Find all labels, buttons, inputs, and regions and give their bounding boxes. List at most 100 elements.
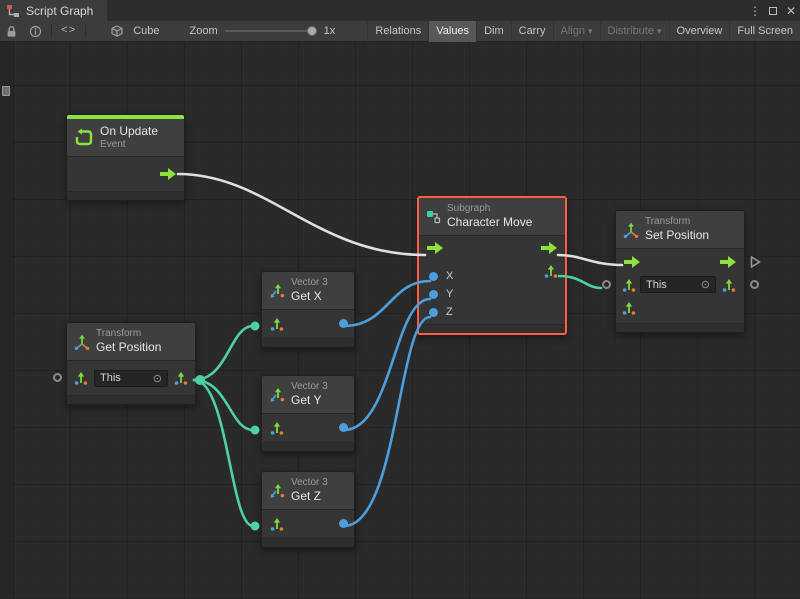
values-button[interactable]: Values bbox=[428, 21, 476, 42]
node-get-y[interactable]: Vector 3 Get Y bbox=[261, 375, 355, 452]
node-title: Set Position bbox=[645, 228, 709, 243]
node-character-move[interactable]: Subgraph Character Move bbox=[417, 196, 567, 335]
relations-button[interactable]: Relations bbox=[367, 21, 428, 42]
flow-input-port[interactable] bbox=[427, 242, 443, 254]
script-graph-window: Script Graph ⋮ ✕ <> bbox=[0, 0, 800, 599]
target-dropdown[interactable]: This ⊙ bbox=[640, 276, 716, 293]
flow-input-port[interactable] bbox=[53, 373, 62, 382]
distribute-button[interactable]: Distribute ▾ bbox=[600, 21, 669, 42]
vector-output-port-icon[interactable] bbox=[544, 264, 558, 278]
value-output-port[interactable] bbox=[339, 319, 348, 328]
vector-input-port-icon[interactable] bbox=[622, 278, 636, 292]
port-label-y: Y bbox=[446, 286, 453, 302]
vector-input-port-icon[interactable] bbox=[74, 371, 88, 385]
zoom-value: 1x bbox=[324, 25, 336, 37]
node-title: Get X bbox=[291, 289, 328, 304]
maximize-icon[interactable] bbox=[764, 4, 782, 18]
node-title: Get Position bbox=[96, 340, 161, 355]
node-footer bbox=[67, 395, 195, 404]
port-label-x: X bbox=[446, 268, 453, 284]
vector-input-port-icon[interactable] bbox=[270, 317, 284, 331]
wire-getz-to-z bbox=[344, 317, 430, 526]
vector-input-port-icon[interactable] bbox=[270, 421, 284, 435]
target-dot-icon: ⊙ bbox=[701, 278, 710, 291]
node-footer bbox=[262, 442, 354, 451]
canvas-side-strip bbox=[0, 42, 12, 599]
subgraph-icon bbox=[426, 209, 441, 224]
carry-button[interactable]: Carry bbox=[511, 21, 553, 42]
node-category: Subgraph bbox=[447, 203, 532, 215]
wire-charactermove-to-setposition bbox=[558, 255, 622, 265]
tab-script-graph[interactable]: Script Graph bbox=[0, 0, 107, 21]
transform-icon bbox=[74, 334, 90, 350]
flow-output-port[interactable] bbox=[720, 256, 736, 268]
wire-end-dot bbox=[251, 426, 260, 435]
value-output-port[interactable] bbox=[339, 423, 348, 432]
node-footer bbox=[616, 323, 744, 332]
node-on-update[interactable]: On Update Event bbox=[66, 114, 185, 201]
external-value-port[interactable] bbox=[750, 280, 759, 289]
flow-output-port[interactable] bbox=[541, 242, 557, 254]
node-category: Vector 3 bbox=[291, 477, 328, 489]
flow-output-port[interactable] bbox=[160, 168, 176, 180]
vector-output-port-icon[interactable] bbox=[174, 371, 188, 385]
node-set-position[interactable]: Transform Set Position bbox=[615, 210, 745, 333]
zoom-slider-thumb[interactable] bbox=[307, 26, 317, 36]
overview-button[interactable]: Overview bbox=[669, 21, 730, 42]
dim-button[interactable]: Dim bbox=[476, 21, 511, 42]
port-label-z: Z bbox=[446, 304, 453, 320]
window-menu-icon[interactable]: ⋮ bbox=[746, 4, 764, 18]
close-icon[interactable]: ✕ bbox=[782, 4, 800, 18]
vector-input-port-icon[interactable] bbox=[622, 301, 636, 315]
external-flow-port[interactable] bbox=[750, 256, 761, 268]
graph-canvas[interactable]: On Update Event bbox=[0, 42, 800, 599]
vector3-icon bbox=[269, 283, 285, 299]
wire-onupdate-to-charactermove bbox=[178, 174, 425, 255]
flow-input-port[interactable] bbox=[624, 256, 640, 268]
node-title: Character Move bbox=[447, 215, 532, 230]
value-input-port-z[interactable] bbox=[429, 308, 438, 317]
chevron-down-icon: ▾ bbox=[657, 26, 662, 37]
toolbar-divider bbox=[85, 25, 86, 38]
value-output-port[interactable] bbox=[339, 519, 348, 528]
target-dropdown[interactable]: This ⊙ bbox=[94, 370, 168, 387]
target-object-label[interactable]: Cube bbox=[129, 25, 163, 37]
node-subtitle: Event bbox=[100, 139, 158, 151]
sidebar-toggle-icon[interactable] bbox=[2, 86, 10, 96]
info-icon[interactable] bbox=[23, 21, 48, 42]
value-input-port[interactable] bbox=[602, 280, 611, 289]
align-button[interactable]: Align ▾ bbox=[553, 21, 600, 42]
code-preview-icon[interactable]: <> bbox=[55, 21, 82, 42]
full-screen-button[interactable]: Full Screen bbox=[729, 21, 800, 42]
zoom-slider[interactable] bbox=[225, 30, 317, 32]
vector-output-port-icon[interactable] bbox=[722, 278, 736, 292]
toolbar-buttons: Relations Values Dim Carry Align ▾ Distr… bbox=[367, 21, 800, 42]
zoom-label: Zoom bbox=[190, 25, 218, 37]
vector3-icon bbox=[269, 483, 285, 499]
zoom-control: Zoom 1x bbox=[190, 25, 336, 37]
node-category: Transform bbox=[96, 328, 161, 340]
node-category: Transform bbox=[645, 216, 709, 228]
lock-icon[interactable] bbox=[0, 21, 23, 42]
node-category: Vector 3 bbox=[291, 381, 328, 393]
wire-junction-dot bbox=[195, 375, 205, 385]
window-controls: ⋮ ✕ bbox=[746, 0, 800, 21]
target-dot-icon: ⊙ bbox=[153, 372, 162, 385]
node-title: Get Z bbox=[291, 489, 328, 504]
value-input-port-y[interactable] bbox=[429, 290, 438, 299]
node-get-x[interactable]: Vector 3 Get X bbox=[261, 271, 355, 348]
node-get-z[interactable]: Vector 3 Get Z bbox=[261, 471, 355, 548]
node-footer bbox=[419, 324, 565, 333]
wire-end-dot bbox=[251, 522, 260, 531]
wire-getposition-to-getz bbox=[194, 380, 253, 526]
node-footer bbox=[67, 191, 184, 200]
vector-input-port-icon[interactable] bbox=[270, 517, 284, 531]
vector3-icon bbox=[269, 387, 285, 403]
node-get-position[interactable]: Transform Get Position This ⊙ bbox=[66, 322, 196, 405]
node-category: Vector 3 bbox=[291, 277, 328, 289]
value-input-port-x[interactable] bbox=[429, 272, 438, 281]
node-title: Get Y bbox=[291, 393, 328, 408]
tab-title: Script Graph bbox=[26, 4, 93, 18]
script-graph-icon bbox=[6, 4, 20, 18]
tab-bar: Script Graph ⋮ ✕ bbox=[0, 0, 800, 21]
